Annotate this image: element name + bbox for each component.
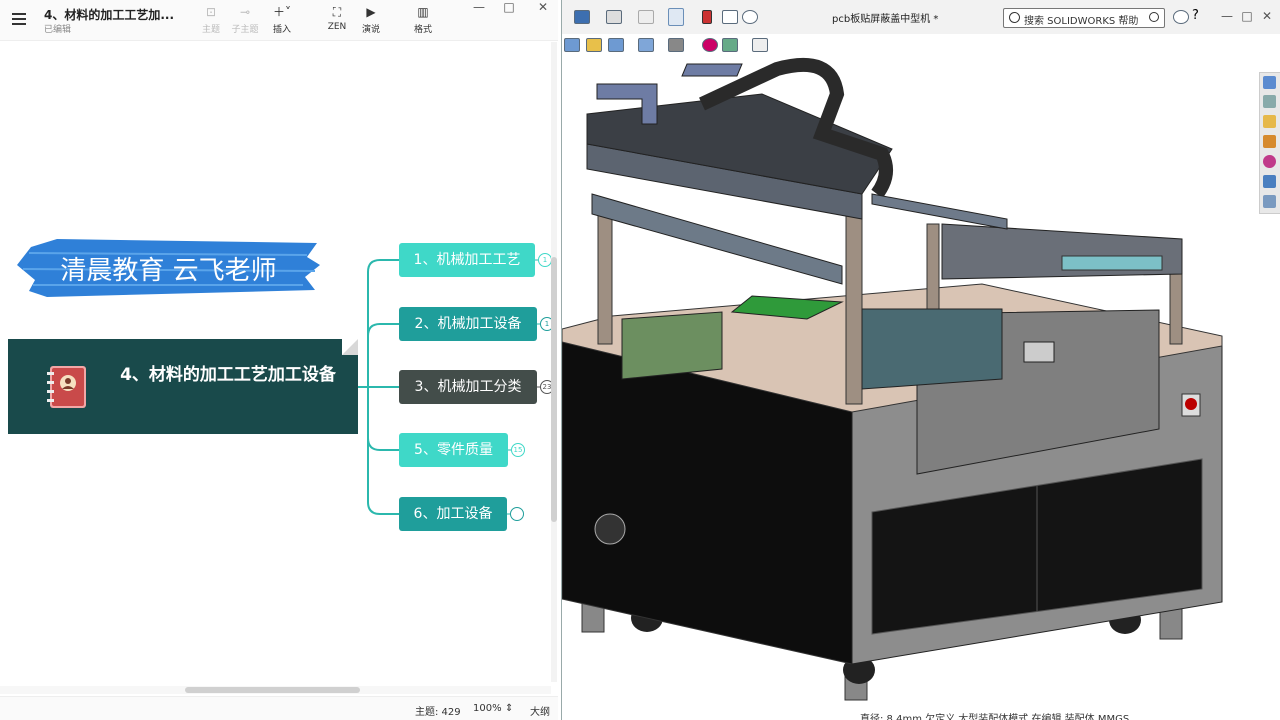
- topic-node-label: 6、加工设备: [413, 506, 493, 522]
- zoom-stepper-icon[interactable]: ⇕: [505, 703, 513, 714]
- brand-banner: 清晨教育 云飞老师: [17, 235, 320, 300]
- collapse-badge[interactable]: 15: [511, 443, 525, 457]
- cad-3d-model-view[interactable]: [562, 34, 1257, 710]
- pcb-board: [621, 311, 723, 380]
- cad-app: pcb板贴屏蔽盖中型机 * 搜索 SOLIDWORKS 帮助 ? — □ ✕ 直…: [561, 0, 1280, 720]
- cad-close-button[interactable]: ✕: [1258, 9, 1276, 23]
- notebook-icon: [47, 366, 86, 408]
- central-topic[interactable]: 4、材料的加工工艺加工设备: [8, 339, 358, 434]
- appearances-icon[interactable]: [1263, 155, 1276, 168]
- view-palette-icon[interactable]: [1263, 135, 1276, 148]
- help-circle-icon: [1009, 12, 1020, 23]
- collapse-badge[interactable]: 1: [538, 253, 552, 267]
- brand-text: 清晨教育 云飞老师: [60, 256, 277, 286]
- topic-node-label: 2、机械加工设备: [414, 316, 522, 332]
- select-cursor-icon[interactable]: [668, 8, 684, 26]
- help-search-input[interactable]: 搜索 SOLIDWORKS 帮助: [1003, 8, 1165, 28]
- support-column: [845, 203, 863, 405]
- topic-node-6[interactable]: 6、加工设备: [399, 497, 507, 531]
- forum-icon[interactable]: [1263, 195, 1276, 208]
- topic-node-label: 5、零件质量: [414, 442, 493, 458]
- bracket: [681, 63, 743, 77]
- cad-minimize-button[interactable]: —: [1218, 9, 1236, 23]
- outline-button[interactable]: 大纲: [530, 703, 550, 718]
- topic-node-2[interactable]: 2、机械加工设备: [399, 307, 537, 341]
- enclosure-window: [1023, 341, 1055, 363]
- traffic-light-icon[interactable]: [702, 10, 712, 24]
- topic-node-1[interactable]: 1、机械加工工艺: [399, 243, 535, 277]
- emergency-stop-icon: [1185, 398, 1197, 410]
- leveling-foot: [1159, 608, 1183, 640]
- user-icon[interactable]: [1173, 10, 1189, 24]
- file-properties-icon[interactable]: [722, 10, 738, 24]
- topic-node-3[interactable]: 3、机械加工分类: [399, 370, 537, 404]
- home-icon[interactable]: [1263, 76, 1276, 89]
- vertical-scrollbar[interactable]: [551, 42, 557, 682]
- topic-node-5[interactable]: 5、零件质量: [399, 433, 508, 467]
- cad-window-title: pcb板贴屏蔽盖中型机 *: [832, 14, 939, 25]
- scroll-thumb[interactable]: [185, 687, 360, 693]
- cylinder: [1061, 255, 1163, 271]
- fan-icon: [594, 513, 626, 545]
- cad-status-bar: 直径: 8.4mm 欠定义 大型装配体模式 在编辑 装配体 MMGS: [860, 714, 1130, 720]
- central-topic-label: 4、材料的加工工艺加工设备: [120, 365, 336, 385]
- topic-node-label: 3、机械加工分类: [414, 379, 522, 395]
- topic-count: 主题: 429: [415, 707, 461, 718]
- task-pane: [1259, 72, 1280, 214]
- help-button[interactable]: ?: [1192, 8, 1199, 23]
- help-search-placeholder: 搜索 SOLIDWORKS 帮助: [1024, 16, 1139, 27]
- gear-icon[interactable]: [742, 10, 758, 24]
- page-fold-icon: [342, 339, 358, 355]
- undo-icon[interactable]: [638, 10, 654, 24]
- cad-maximize-button[interactable]: □: [1238, 9, 1256, 23]
- cad-toolbar: pcb板贴屏蔽盖中型机 * 搜索 SOLIDWORKS 帮助 ? — □ ✕: [562, 0, 1280, 52]
- topic-node-label: 1、机械加工工艺: [413, 252, 521, 268]
- collapse-badge[interactable]: [510, 507, 524, 521]
- status-bar: 主题: 429 100% ⇕ 大纲: [0, 696, 558, 720]
- feeder-tray: [861, 308, 1003, 390]
- horizontal-scrollbar[interactable]: [0, 686, 551, 694]
- mindmap-app: 4、材料的加工工艺加... 已编辑 ⊡ 主题 ⊸ 子主题 ＋˅ 插入 ⛶ ZEN…: [0, 0, 558, 720]
- custom-properties-icon[interactable]: [1263, 175, 1276, 188]
- scroll-thumb[interactable]: [551, 257, 557, 522]
- save-icon[interactable]: [574, 10, 590, 24]
- zoom-level[interactable]: 100%: [473, 703, 502, 714]
- folder-icon[interactable]: [1263, 115, 1276, 128]
- parts-library-icon[interactable]: [1263, 95, 1276, 108]
- right-gantry: [941, 223, 1183, 280]
- search-icon[interactable]: [1149, 12, 1159, 22]
- support-column: [597, 203, 613, 345]
- print-icon[interactable]: [606, 10, 622, 24]
